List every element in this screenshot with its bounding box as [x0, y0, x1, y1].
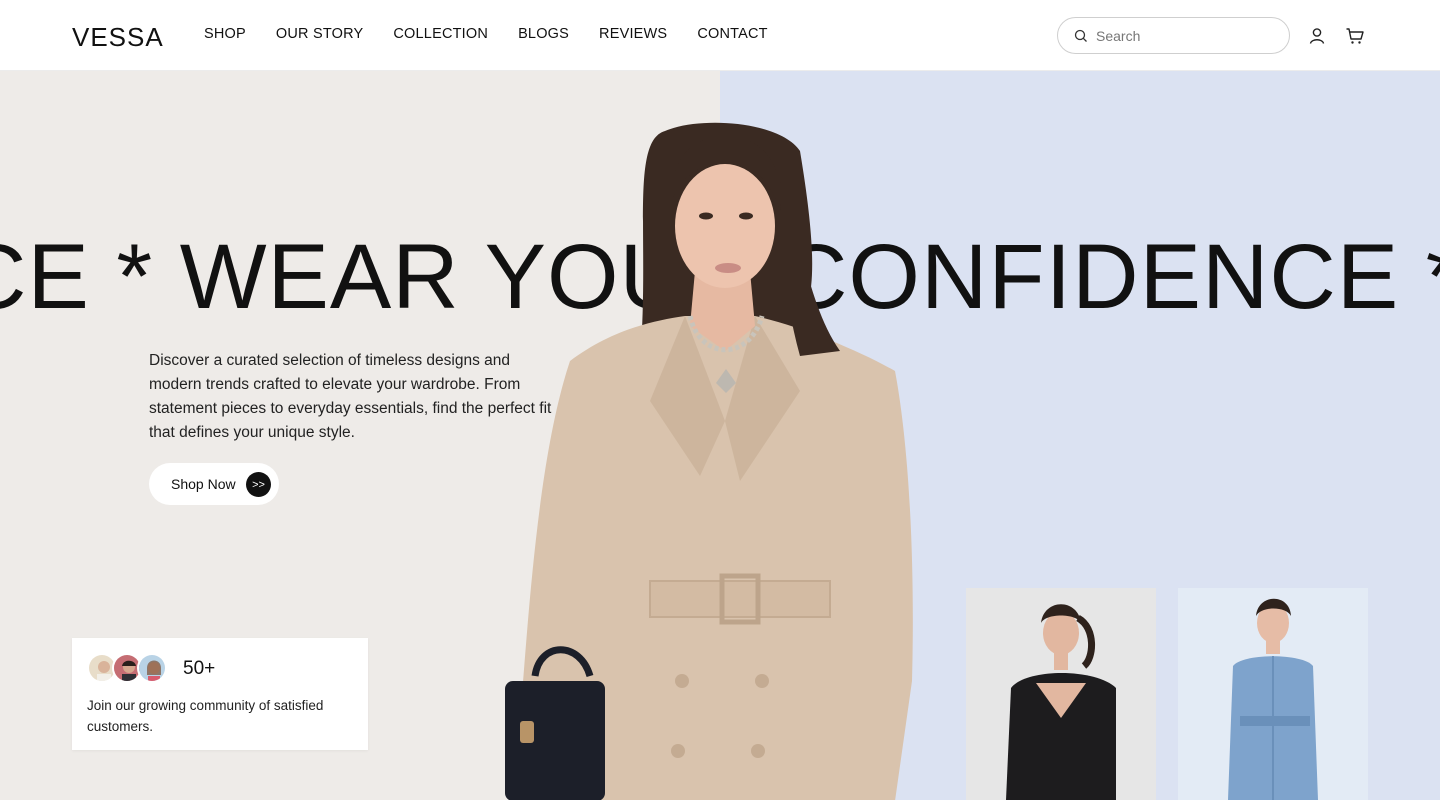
product-image	[1228, 598, 1318, 800]
search-box[interactable]	[1057, 17, 1290, 54]
site-header: VESSA SHOP OUR STORY COLLECTION BLOGS RE…	[0, 0, 1440, 71]
double-chevron-right-icon: >>	[246, 472, 271, 497]
avatar-group	[87, 653, 167, 683]
product-thumbnail-denim-dress[interactable]	[1178, 588, 1368, 800]
nav-item-blogs[interactable]: BLOGS	[518, 26, 569, 42]
cart-icon[interactable]	[1345, 26, 1365, 46]
shop-now-button[interactable]: Shop Now >>	[149, 463, 279, 505]
user-icon[interactable]	[1307, 26, 1327, 46]
community-card: 50+ Join our growing community of satisf…	[72, 638, 368, 750]
shop-now-label: Shop Now	[171, 476, 236, 492]
product-thumbnail-black-dress[interactable]	[966, 588, 1156, 800]
community-text: Join our growing community of satisfied …	[87, 698, 324, 734]
hero-description: Discover a curated selection of timeless…	[149, 352, 552, 441]
search-input[interactable]	[1096, 27, 1276, 44]
brand-logo[interactable]: VESSA	[72, 22, 164, 53]
nav-item-our-story[interactable]: OUR STORY	[276, 26, 363, 42]
main-nav: SHOP OUR STORY COLLECTION BLOGS REVIEWS …	[204, 26, 798, 42]
model-image	[505, 122, 913, 800]
nav-item-shop[interactable]: SHOP	[204, 26, 246, 42]
product-image	[1006, 604, 1116, 800]
community-count: 50+	[183, 658, 216, 679]
hero-section: CE * WEAR YOUR CONFIDENCE * W	[0, 71, 1440, 800]
nav-item-reviews[interactable]: REVIEWS	[599, 26, 667, 42]
nav-item-contact[interactable]: CONTACT	[697, 26, 767, 42]
nav-item-collection[interactable]: COLLECTION	[393, 26, 488, 42]
avatar	[137, 653, 167, 683]
search-icon	[1074, 29, 1087, 42]
